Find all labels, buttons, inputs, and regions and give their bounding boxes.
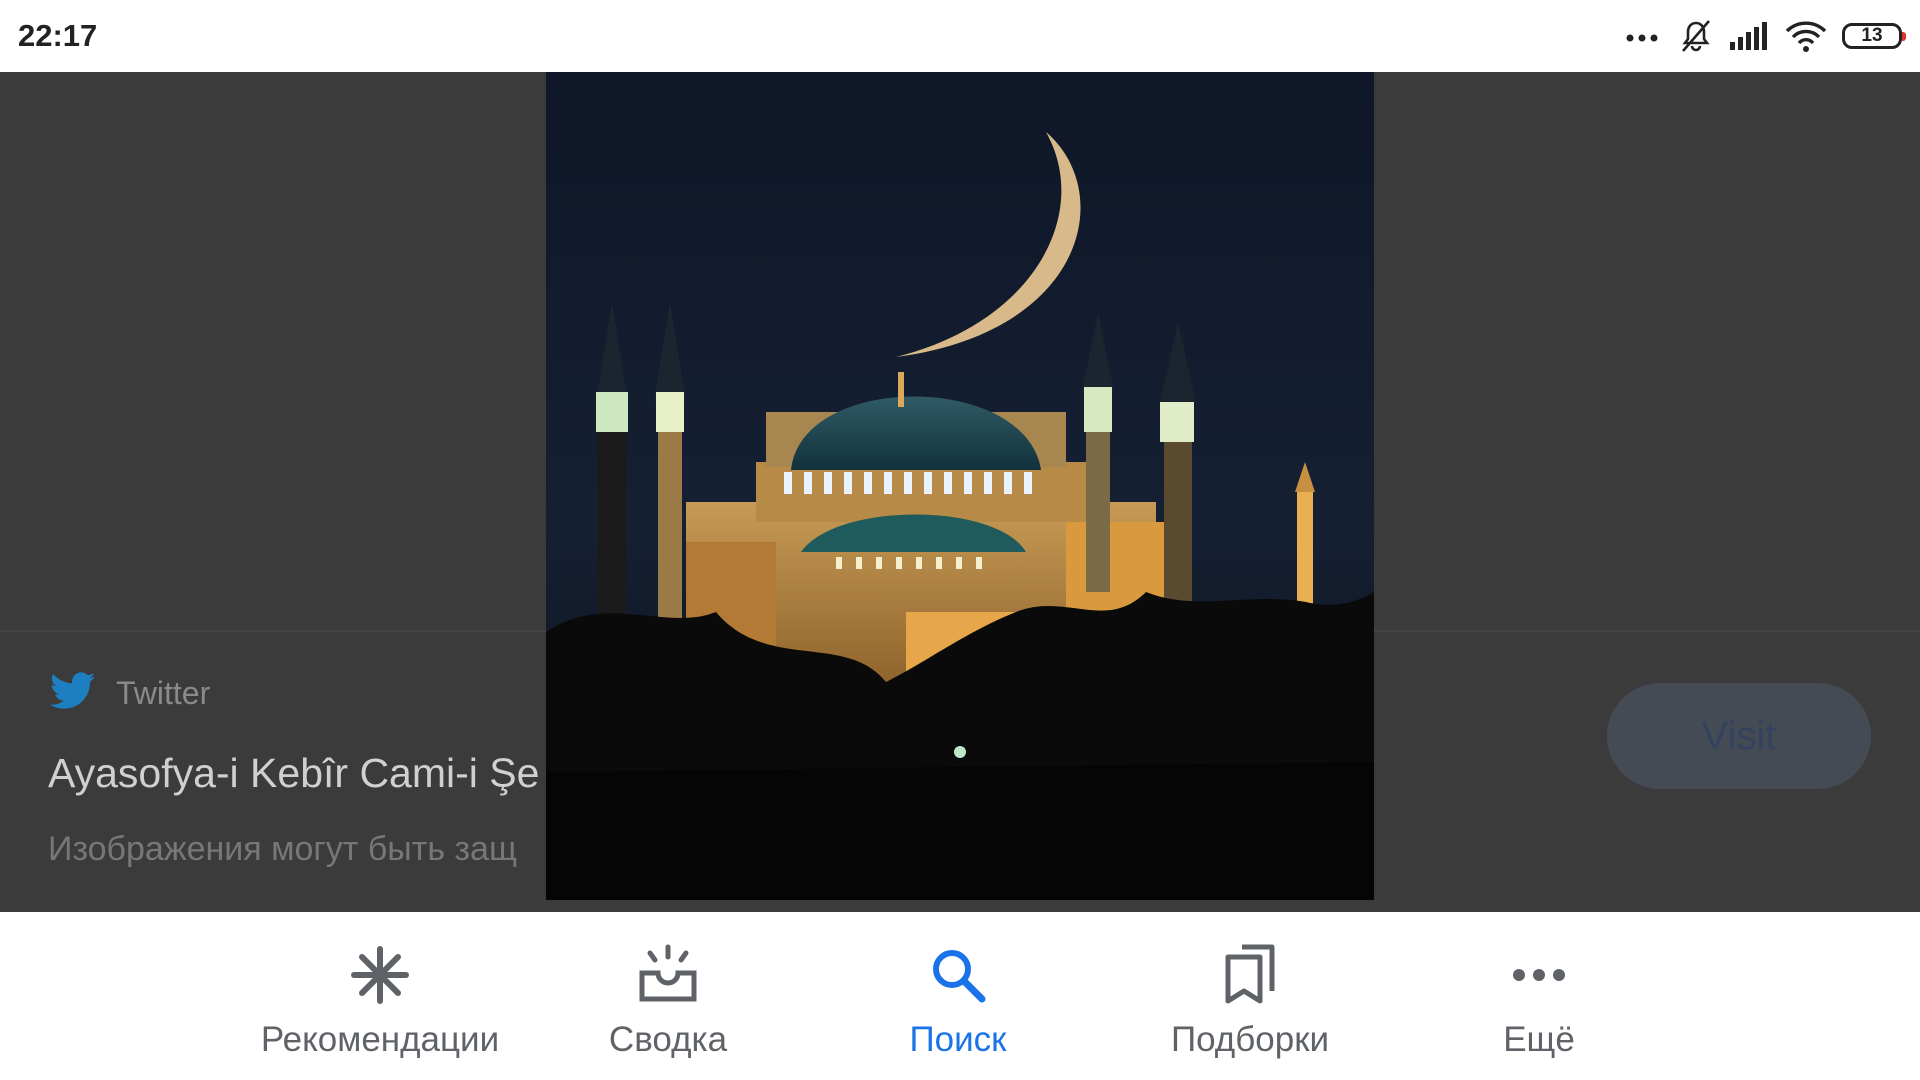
nav-recommendations[interactable]: Рекомендации <box>230 912 530 1080</box>
status-time: 22:17 <box>18 18 98 53</box>
preview-image[interactable] <box>546 72 1374 900</box>
source-label: Twitter <box>116 675 211 711</box>
sunrise-inbox-icon <box>636 942 700 1008</box>
nav-search[interactable]: Поиск <box>858 912 1058 1080</box>
more-dots-icon <box>1509 942 1569 1008</box>
status-icons: 13 <box>1624 18 1906 54</box>
nav-collections[interactable]: Подборки <box>1140 912 1360 1080</box>
visit-button[interactable]: Visit <box>1607 683 1871 789</box>
muted-bell-icon <box>1678 18 1714 54</box>
battery-icon: 13 <box>1842 23 1906 49</box>
nav-summary[interactable]: Сводка <box>568 912 768 1080</box>
search-icon <box>928 942 988 1008</box>
mosque-night-photo <box>546 72 1374 900</box>
bookmarks-icon <box>1220 942 1280 1008</box>
signal-icon <box>1728 20 1770 52</box>
nav-more[interactable]: Ещё <box>1439 912 1639 1080</box>
nav-label: Поиск <box>909 1020 1007 1059</box>
nav-label: Ещё <box>1503 1020 1575 1059</box>
nav-label: Рекомендации <box>260 1020 500 1059</box>
nav-label: Подборки <box>1170 1020 1330 1059</box>
more-notifications-icon <box>1624 28 1664 44</box>
bottom-navigation: Рекомендации Сводка Поиск Подборки Ещё <box>0 912 1920 1080</box>
status-bar: 22:17 13 <box>0 0 1920 72</box>
wifi-icon <box>1784 19 1828 53</box>
copyright-note: Изображения могут быть защ <box>48 830 517 868</box>
twitter-icon <box>50 672 96 715</box>
nav-label: Сводка <box>608 1020 728 1059</box>
asterisk-icon <box>350 942 410 1008</box>
result-title[interactable]: Ayasofya-i Kebîr Cami-i Şe <box>48 750 539 797</box>
result-source[interactable]: Twitter <box>50 672 210 715</box>
